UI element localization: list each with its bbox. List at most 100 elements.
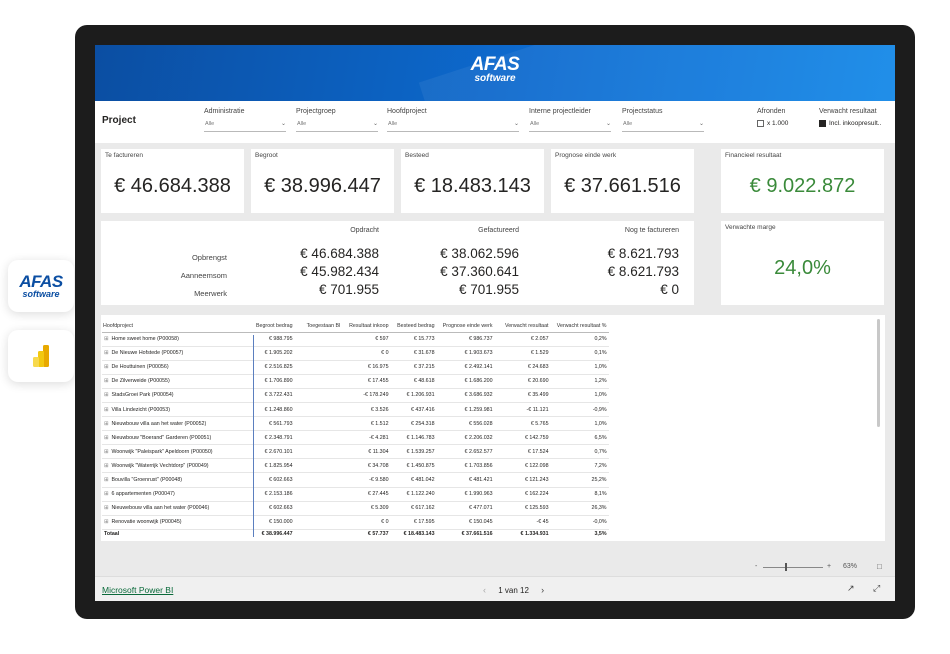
expand-icon[interactable]: ⊞ (104, 435, 108, 441)
filter-select[interactable]: Alle ⌄ (204, 121, 286, 132)
table-cell: € 142.759 (494, 430, 551, 446)
powerbi-app-card[interactable] (8, 330, 74, 382)
table-cell: € 1.686.200 (436, 374, 495, 389)
table-row[interactable]: ⊞ De Zilverweide (P00055) € 1.706.890 € 17.… (102, 374, 609, 389)
table-row[interactable]: ⊞ Nieuwebouw villa aan het water (P00046)… (102, 501, 609, 516)
column-header[interactable]: Prognose einde werk (436, 320, 495, 333)
project-name: De Zilverweide (P00055) (111, 378, 170, 385)
table-cell (294, 487, 343, 502)
expand-icon[interactable]: ⊞ (104, 505, 108, 511)
expand-icon[interactable]: ⊞ (104, 336, 108, 342)
table-cell: € 121.243 (494, 472, 551, 488)
kpi-card-prognose: Prognose einde werk € 37.661.516 (551, 149, 694, 213)
table-row[interactable]: ⊞ Renovatie woonwijk (P00045) € 150.000 € 0… (102, 515, 609, 530)
project-name-cell: ⊞ Home sweet home (P00058) (102, 332, 254, 347)
expand-icon[interactable]: ⊞ (104, 350, 108, 356)
table-scrollbar[interactable] (877, 319, 880, 427)
column-header[interactable]: Resultaat inkoop (342, 320, 391, 333)
table-cell: € 2.348.791 (254, 430, 295, 446)
table-cell: € 1.512 (342, 416, 391, 432)
table-cell: € 1.903.673 (436, 346, 495, 361)
share-icon[interactable]: ↗ (847, 583, 855, 594)
expand-icon[interactable]: ⊞ (104, 491, 108, 497)
expand-icon[interactable]: ⊞ (104, 421, 108, 427)
table-row[interactable]: ⊞ De Nieuwe Hofstede (P00057) € 1.905.202 €… (102, 346, 609, 361)
filter-projectstatus[interactable]: Projectstatus Alle ⌄ (622, 108, 704, 132)
table-cell: 0,1% (550, 346, 609, 361)
fullscreen-icon[interactable]: ⤢ (873, 583, 880, 594)
filter-administratie[interactable]: Administratie Alle ⌄ (204, 108, 286, 132)
afronden-checkbox[interactable]: x 1.000 (757, 120, 788, 127)
expand-icon[interactable]: ⊞ (104, 407, 108, 413)
expand-icon[interactable]: ⊞ (104, 364, 108, 370)
expand-icon[interactable]: ⊞ (104, 519, 108, 525)
table-row[interactable]: ⊞ Bouvilla "Groenrust" (P00048) € 602.663-… (102, 472, 609, 488)
powerbi-link[interactable]: Microsoft Power BI (102, 585, 173, 595)
table-cell: € 16.975 (342, 360, 391, 375)
expand-icon[interactable]: ⊞ (104, 449, 108, 455)
table-row[interactable]: ⊞ Woonwijk "Waterrijk Vechtdorp" (P00049)… (102, 458, 609, 474)
filter-value: Alle (530, 121, 540, 127)
zoom-minus-button[interactable]: - (755, 563, 757, 570)
column-header[interactable]: Toegestaan BI (294, 320, 343, 333)
project-name-cell: ⊞ Villa Lindezicht (P00053) (102, 402, 254, 418)
table-row[interactable]: ⊞ De Houttuinen (P00056) € 2.516.825 € 16.9… (102, 360, 609, 375)
column-header[interactable]: Hoofdproject (102, 320, 254, 333)
column-header[interactable]: Verwacht resultaat % (550, 320, 609, 333)
table-row[interactable]: ⊞ Home sweet home (P00058) € 988.795 € 597 €… (102, 332, 609, 347)
filter-select[interactable]: Alle ⌄ (529, 121, 611, 132)
table-row[interactable]: ⊞ Villa Lindezicht (P00053) € 1.248.860 € 3… (102, 402, 609, 418)
filter-select[interactable]: Alle ⌄ (622, 121, 704, 132)
zoom-control[interactable]: - + 63% □ (755, 562, 882, 571)
expand-icon[interactable]: ⊞ (104, 378, 108, 384)
table-row[interactable]: ⊞ Woonwijk "Paleispark" Apeldoorn (P00050… (102, 444, 609, 460)
filter-hoofdproject[interactable]: Hoofdproject Alle ⌄ (387, 108, 519, 132)
project-name-cell: ⊞ Nieuwbouw "Boerand" Garderen (P00051) (102, 430, 254, 446)
table-cell: € 3.526 (342, 402, 391, 418)
column-header[interactable]: Verwacht resultaat (494, 320, 551, 333)
prev-page-icon[interactable]: ‹ (483, 585, 486, 595)
table-cell: € 1.248.860 (254, 402, 295, 418)
table-cell: -€ 178.249 (342, 388, 391, 403)
table-cell (294, 332, 343, 347)
expand-icon[interactable]: ⊞ (104, 463, 108, 469)
table-cell (294, 430, 343, 446)
table-row[interactable]: ⊞ Nieuwbouw villa aan het water (P00052) €… (102, 416, 609, 432)
zoom-slider-handle[interactable] (785, 563, 787, 571)
filter-label: Projectgroep (296, 108, 336, 115)
next-page-icon[interactable]: › (541, 585, 544, 595)
table-cell: € 2.516.825 (254, 360, 295, 375)
matrix-value: € 8.621.793 (607, 264, 679, 279)
column-header[interactable]: Begroot bedrag (254, 320, 295, 333)
project-name-cell: ⊞ De Nieuwe Hofstede (P00057) (102, 346, 254, 361)
table-row[interactable]: ⊞ 6 appartementen (P00047) € 2.153.186 € 27… (102, 487, 609, 502)
table-cell: € 2.670.101 (254, 444, 295, 460)
table-cell: € 34.708 (342, 458, 391, 474)
filter-select[interactable]: Alle ⌄ (387, 121, 519, 132)
table-row[interactable]: ⊞ StadsGroei Park (P00054) € 3.722.431 -€ 1… (102, 388, 609, 403)
filter-select[interactable]: Alle ⌄ (296, 121, 378, 132)
table-row[interactable]: ⊞ Nieuwbouw "Boerand" Garderen (P00051) € … (102, 430, 609, 446)
table-cell (294, 402, 343, 418)
afas-app-card[interactable]: AFAS software (8, 260, 74, 312)
table-cell: 6,5% (550, 430, 609, 446)
expand-icon[interactable]: ⊞ (104, 477, 108, 483)
column-header[interactable]: Besteed bedrag (390, 320, 437, 333)
fit-page-icon[interactable]: □ (877, 562, 882, 571)
powerbi-footer: Microsoft Power BI ‹ 1 van 12 › ↗ ⤢ (95, 576, 895, 601)
table-cell: € 617.162 (390, 501, 437, 516)
kpi-value: € 37.661.516 (564, 175, 681, 197)
expand-icon[interactable]: ⊞ (104, 392, 108, 398)
kpi-title: Financieel resultaat (725, 152, 782, 159)
table-cell (294, 416, 343, 432)
filter-projectgroep[interactable]: Projectgroep Alle ⌄ (296, 108, 378, 132)
kpi-value: € 38.996.447 (264, 175, 381, 197)
zoom-slider[interactable] (763, 567, 823, 568)
table-cell: € 162.224 (494, 487, 551, 502)
zoom-plus-button[interactable]: + (827, 563, 831, 570)
project-name-cell: ⊞ Renovatie woonwijk (P00045) (102, 515, 254, 530)
filter-projectleider[interactable]: Interne projectleider Alle ⌄ (529, 108, 611, 132)
kpi-value: € 18.483.143 (414, 175, 531, 197)
verwacht-checkbox[interactable]: Incl. inkoopresult.. (819, 120, 881, 127)
table-cell (294, 360, 343, 375)
